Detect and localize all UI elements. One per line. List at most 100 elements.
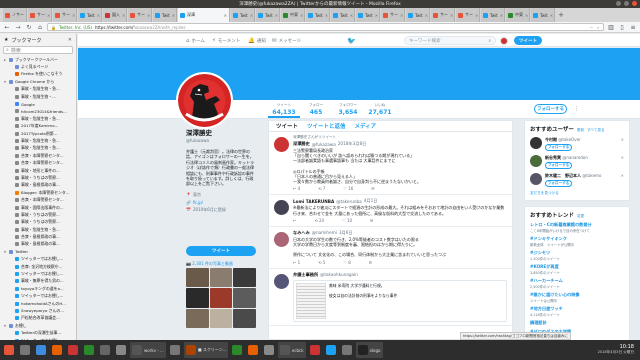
dismiss-icon[interactable]: ✕ (621, 137, 624, 142)
browser-tab[interactable]: Twit ✕ (153, 8, 177, 22)
more-options-icon[interactable]: ⋮ (574, 106, 579, 112)
tab-close-icon[interactable]: ✕ (450, 13, 453, 18)
tab-close-icon[interactable]: ✕ (275, 13, 278, 18)
bookmark-item[interactable]: 事故・危険生物・急... (0, 115, 76, 122)
taskbar-app[interactable] (168, 342, 182, 358)
bookmark-item[interactable]: Firefox を使いこなそう (0, 71, 76, 78)
suggested-user-name[interactable]: 鈴木健二 野辺本人 @takemo (545, 173, 601, 179)
tab-close-icon[interactable]: ✕ (300, 13, 303, 18)
tab-close-icon[interactable]: ✕ (425, 13, 428, 18)
tweet-avatar[interactable] (274, 200, 289, 216)
suggested-user-avatar[interactable] (530, 155, 542, 167)
sidebar-toggle-button[interactable]: ▯ (618, 23, 626, 31)
browser-tab[interactable]: サー ✕ (456, 8, 480, 22)
trend-item[interactable]: #地方日産ワッチ 4,118件のツイート (530, 306, 624, 317)
tab-close-icon[interactable]: ✕ (122, 13, 125, 18)
stat-followers[interactable]: フォロワー 3,654 (332, 103, 364, 116)
browser-tab[interactable]: 図入 ✕ (103, 8, 127, 22)
tweet-time[interactable]: 4月1日 (364, 198, 378, 204)
taskbar-app[interactable] (98, 342, 112, 358)
twitter-search-input[interactable]: キーワード検索 ⌕ (404, 36, 496, 45)
sidebar-title[interactable]: ブックマーク (11, 37, 41, 44)
tab-close-icon[interactable]: ✕ (72, 13, 75, 18)
find-friends-link[interactable]: 友だちを見つける (530, 191, 624, 196)
tab-close-icon[interactable]: ✕ (375, 13, 378, 18)
bookmark-item[interactable]: 合衆: 金沢地方検察庁... (0, 263, 76, 270)
taskbar-app[interactable] (230, 342, 244, 358)
tab-tweets-replies[interactable]: ツイートと返信 (307, 122, 346, 130)
trend-item[interactable]: 調理設計 (530, 320, 624, 326)
retweet-icon[interactable]: ⟲ 24 (314, 218, 324, 223)
bookmark-item[interactable]: 事故・危険生物・急... (0, 226, 76, 233)
browser-tab[interactable]: Twit ✕ (231, 8, 255, 22)
tab-close-icon[interactable]: ✕ (26, 13, 27, 18)
media-thumbnail[interactable] (233, 268, 256, 288)
trend-name[interactable]: 調理設計 (530, 320, 624, 326)
trend-item[interactable]: #KOREが再度 3,850件のツイート (530, 264, 624, 275)
bookmark-item[interactable]: ▸ ブックマークツールバー (0, 56, 76, 63)
bookmark-item[interactable]: よく見るページ (0, 63, 76, 70)
bookmark-item[interactable]: 合衆・本陣警察センタ... (0, 196, 76, 203)
link-text[interactable]: fk.jp/ (193, 200, 203, 205)
tweet-author-name[interactable]: Lomi TAKERUNBA (293, 199, 334, 204)
taskbar-app[interactable]: ■ スクリーン... (183, 342, 228, 358)
tab-close-icon[interactable]: ✕ (172, 13, 175, 18)
view-all-link[interactable]: すべて見る (587, 128, 605, 133)
tab-close-icon[interactable]: ✕ (400, 13, 403, 18)
browser-tab[interactable]: Twit ✕ (531, 8, 555, 22)
browser-tab[interactable]: サー ✕ (381, 8, 405, 22)
follow-button[interactable]: フォローする (545, 144, 572, 151)
nav-notifications[interactable]: 🔔 通知 (248, 37, 266, 44)
bookmark-item[interactable]: Google (0, 100, 76, 107)
media-thumbnail[interactable] (233, 308, 256, 328)
bookmark-item[interactable]: 合衆・島根県政の事... (0, 233, 76, 240)
bookmark-item[interactable]: 事故・危険生物・急... (0, 145, 76, 152)
close-window-button[interactable] (632, 1, 637, 6)
tab-close-icon[interactable]: ✕ (47, 13, 50, 18)
bookmark-item[interactable]: Snowyeparyo さんの... (0, 307, 76, 314)
trend-item[interactable]: #ジシモツ 1,200件のツイート (530, 250, 624, 261)
bookmark-item[interactable]: toyoyaキングの道をa... (0, 285, 76, 292)
taskbar-app[interactable]: xlogo (355, 342, 383, 358)
tweet[interactable]: なみへみ @namihemi 3月6日 日本の大学の学生の数で行き、2,0%等級者のコ… (269, 227, 512, 269)
stat-tweets[interactable]: ツイート 64,133 (268, 103, 300, 118)
profile-avatar[interactable] (176, 72, 233, 129)
bookmark-item[interactable]: Twitterの深瀬生徒事... (0, 329, 76, 336)
bookmark-item[interactable]: 事故・うちはの警察... (0, 211, 76, 218)
trend-item[interactable]: レトロ・Cの新着商業館の数差分 ここ6年開始がいけるで目の来在つけて (530, 222, 624, 233)
home-button[interactable]: ⌂ (36, 23, 44, 31)
library-button[interactable]: ▥ (607, 23, 615, 31)
taskbar-app[interactable] (66, 342, 80, 358)
tweet-author-name[interactable]: なみへみ (293, 230, 310, 236)
bookmark-item[interactable]: 事故・島根県政の事... (0, 241, 76, 248)
twisty-icon[interactable]: ▾ (3, 250, 7, 254)
bookmark-item[interactable]: 事故・地形と事件の... (0, 167, 76, 174)
media-thumbnail[interactable] (209, 308, 233, 328)
bookmark-item[interactable]: ▾ Twitter (0, 248, 76, 255)
bookmark-item[interactable]: 戸松結合改革協議会... (0, 315, 76, 322)
taskbar-app[interactable] (34, 342, 48, 358)
tab-close-icon[interactable]: ✕ (500, 13, 503, 18)
close-icon[interactable]: ✕ (68, 37, 72, 43)
tweet-avatar[interactable] (274, 231, 289, 247)
reply-icon[interactable]: ↩ 1 (293, 260, 300, 265)
suggested-user-avatar[interactable] (530, 173, 542, 185)
bookmark-item[interactable]: hokamohoidAさんのH... (0, 300, 76, 307)
like-icon[interactable]: ♡ 10 (342, 218, 352, 223)
reload-button[interactable]: ↻ (25, 23, 33, 31)
taskbar-app[interactable] (324, 342, 338, 358)
nav-home[interactable]: ⌂ ホーム (186, 37, 205, 44)
browser-tab[interactable]: Twit ✕ (78, 8, 102, 22)
dm-icon[interactable]: ✉ (369, 260, 372, 265)
bookmark-item[interactable]: ツイッターではお捜し... (0, 293, 76, 300)
compose-tweet-button[interactable]: ツイート (514, 36, 542, 45)
url-bar[interactable]: 🔒 Twitter, Inc. (US) https://twitter.com… (47, 23, 604, 31)
tweet-time[interactable]: 3月6日 (339, 230, 353, 236)
bookmark-item[interactable]: hitcom23014&friends... (0, 108, 76, 115)
tweet-author-name[interactable]: 深澤勝史 (293, 141, 310, 147)
browser-tab[interactable]: Twit ✕ (306, 8, 330, 22)
browser-tab[interactable]: 中東 ✕ (506, 8, 530, 22)
tab-close-icon[interactable]: ✕ (147, 13, 150, 18)
bookmark-item[interactable]: ツイッターではお捜し... (0, 256, 76, 263)
like-icon[interactable]: ♡ 16 (343, 186, 353, 191)
